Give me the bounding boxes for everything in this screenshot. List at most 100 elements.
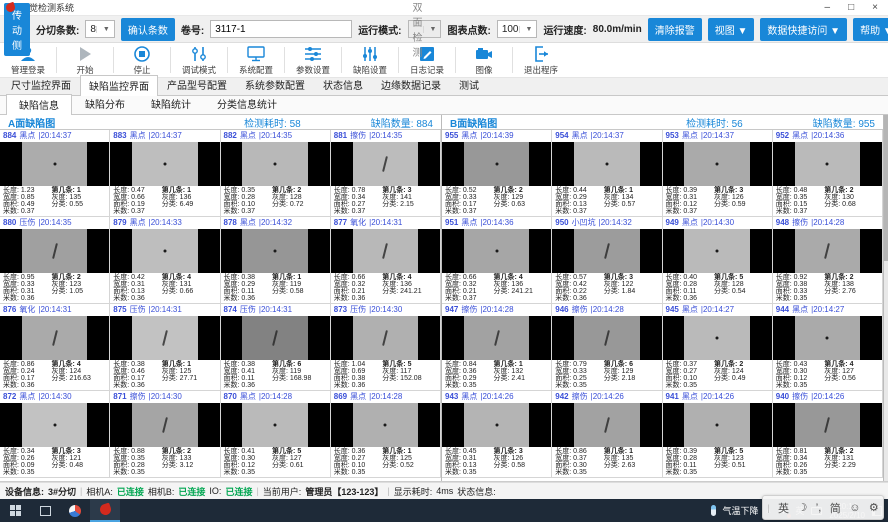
chart-points-select[interactable]: 100▼ [497,20,538,38]
defect-meters: 0.35 [463,469,477,476]
main-tab-2[interactable]: 产品型号配置 [158,74,236,95]
drag-handle-icon[interactable]: | [767,503,769,513]
ime-simplified-toggle[interactable]: 简 [830,500,841,516]
action-button-camera[interactable]: 图像 [458,44,510,78]
defect-gray: 132 [511,368,523,375]
defect-cell[interactable]: 952 黑点 |20:14:36 长度: 0.48 宽度: 0.35 面积: 0… [773,130,883,217]
defect-cell[interactable]: 950 小凹坑 |20:14:32 长度: 0.57 宽度: 0.42 面积: … [552,217,662,304]
defect-gray: 119 [290,281,301,288]
main-tab-6[interactable]: 测试 [450,74,488,95]
inspection-app-icon [98,503,112,517]
defect-cell[interactable]: 873 压伤 |20:14:30 长度: 1.04 宽度: 0.69 面积: 0… [331,304,441,391]
sub-tab-1[interactable]: 缺陷分布 [72,93,138,114]
defect-length: 1.04 [352,361,366,368]
defect-time: |20:14:26 [480,392,513,401]
sliders-v-icon [361,45,379,63]
defect-cell[interactable]: 876 氧化 |20:14:31 长度: 0.86 宽度: 0.24 面积: 0… [0,304,110,391]
confirm-slit-button[interactable]: 确认条数 [121,18,175,41]
defect-type: 擦伤 [350,130,366,141]
action-button-tune[interactable]: 调试模式 [173,44,225,78]
sub-tab-3[interactable]: 分类信息统计 [204,93,290,114]
defect-cell[interactable]: 877 氧化 |20:14:31 长度: 0.66 宽度: 0.32 面积: 0… [331,217,441,304]
defect-cell[interactable]: 879 黑点 |20:14:33 长度: 0.42 宽度: 0.31 面积: 0… [110,217,220,304]
clear-alarm-button[interactable]: 清除报警 [648,18,702,41]
ime-settings-icon[interactable]: ⚙ [869,501,879,514]
defect-cell[interactable]: 946 擦伤 |20:14:28 长度: 0.79 宽度: 0.33 面积: 0… [552,304,662,391]
defect-length: 0.78 [352,187,366,194]
defect-cell[interactable]: 947 擦伤 |20:14:28 长度: 0.84 宽度: 0.36 面积: 0… [442,304,552,391]
main-tab-5[interactable]: 边缘数据记录 [372,74,450,95]
defect-width: 0.35 [794,194,808,201]
run-mode-select[interactable]: 双面检测▼ [408,20,442,38]
defect-class: 0.51 [732,462,746,469]
defect-strip: 2 [297,187,301,194]
minimize-button[interactable]: – [825,2,831,13]
maximize-button[interactable]: □ [848,2,854,13]
defect-cell[interactable]: 940 擦伤 |20:14:26 长度: 0.81 宽度: 0.34 面积: 0… [773,391,883,478]
sub-tab-0[interactable]: 缺陷信息 [6,94,72,115]
defect-cell[interactable]: 943 黑点 |20:14:26 长度: 0.45 宽度: 0.31 面积: 0… [442,391,552,478]
defect-cell[interactable]: 941 黑点 |20:14:26 长度: 0.39 宽度: 0.28 面积: 0… [663,391,773,478]
defect-cell[interactable]: 945 黑点 |20:14:27 长度: 0.37 宽度: 0.27 面积: 0… [663,304,773,391]
ime-toolbar[interactable]: | 英 ☽ ’, 简 ☺ ⚙ [762,495,884,520]
defect-cell[interactable]: 944 黑点 |20:14:27 长度: 0.43 宽度: 0.30 面积: 0… [773,304,883,391]
weather-widget[interactable]: 气温下降 [723,504,759,517]
action-button-stop[interactable]: 停止 [116,44,168,78]
action-button-play[interactable]: 开始 [59,44,111,78]
defect-width: 0.42 [573,281,587,288]
defect-cell[interactable]: 883 黑点 |20:14:37 长度: 0.47 宽度: 0.66 面积: 0… [110,130,220,217]
defect-mark [716,249,719,252]
ime-punct-icon[interactable]: ’, [816,502,822,514]
slit-count-select[interactable]: 8▼ [85,20,115,38]
action-button-journal[interactable]: 日志记录 [401,44,453,78]
main-tab-0[interactable]: 尺寸监控界面 [2,74,80,95]
ime-lang-toggle[interactable]: 英 [778,500,789,516]
quick-access-menu-button[interactable]: 数据快捷访问 ▼ [760,18,847,41]
defect-cell[interactable]: 882 黑点 |20:14:35 长度: 0.35 宽度: 0.28 面积: 0… [221,130,331,217]
defect-cell[interactable]: 880 压伤 |20:14:35 长度: 0.95 宽度: 0.33 面积: 0… [0,217,110,304]
action-button-sliders-v[interactable]: 缺陷设置 [344,44,396,78]
close-button[interactable]: × [872,2,878,13]
defect-area: 0.33 [794,288,808,295]
defect-cell[interactable]: 875 压伤 |20:14:31 长度: 0.38 宽度: 0.46 面积: 0… [110,304,220,391]
roll-number-input[interactable] [210,20,352,38]
thermometer-icon [711,505,716,516]
action-button-sliders-h[interactable]: 参数设置 [287,44,339,78]
defect-area: 0.12 [794,375,808,382]
action-button-user[interactable]: 管理登录 [2,44,54,78]
help-menu-button[interactable]: 帮助 ▼ [853,18,888,41]
defect-cell[interactable]: 953 黑点 |20:14:37 长度: 0.39 宽度: 0.31 面积: 0… [663,130,773,217]
defect-cell[interactable]: 954 黑点 |20:14:37 长度: 0.44 宽度: 0.29 面积: 0… [552,130,662,217]
defect-cell[interactable]: 884 黑点 |20:14:37 长度: 1.23 宽度: 0.85 面积: 0… [0,130,110,217]
defect-cell[interactable]: 872 黑点 |20:14:30 长度: 0.34 宽度: 0.26 面积: 0… [0,391,110,478]
main-tab-3[interactable]: 系统参数配置 [236,74,314,95]
defect-image [0,316,109,360]
defect-cell[interactable]: 881 擦伤 |20:14:35 长度: 0.78 宽度: 0.34 面积: 0… [331,130,441,217]
view-menu-button[interactable]: 视图 ▼ [708,18,755,41]
start-button[interactable] [0,499,30,522]
defect-cell[interactable]: 874 压伤 |20:14:31 长度: 0.38 宽度: 0.41 面积: 0… [221,304,331,391]
browser-app-button[interactable] [60,499,90,522]
ime-fullhalf-icon[interactable]: ☽ [797,501,807,514]
defect-strip: 6 [629,361,633,368]
defect-cell[interactable]: 942 擦伤 |20:14:26 长度: 0.86 宽度: 0.37 面积: 0… [552,391,662,478]
defect-cell[interactable]: 951 黑点 |20:14:36 长度: 0.66 宽度: 0.32 面积: 0… [442,217,552,304]
defect-cell[interactable]: 955 黑点 |20:14:39 长度: 0.52 宽度: 0.33 面积: 0… [442,130,552,217]
main-tab-4[interactable]: 状态信息 [314,74,372,95]
defect-cell[interactable]: 870 黑点 |20:14:28 长度: 0.41 宽度: 0.30 面积: 0… [221,391,331,478]
ime-emoji-icon[interactable]: ☺ [849,502,860,514]
defect-cell[interactable]: 878 黑点 |20:14:32 长度: 0.38 宽度: 0.29 面积: 0… [221,217,331,304]
defect-cell[interactable]: 948 擦伤 |20:14:28 长度: 0.92 宽度: 0.38 面积: 0… [773,217,883,304]
action-button-monitor[interactable]: 系统配置 [230,44,282,78]
sub-tab-2[interactable]: 缺陷统计 [138,93,204,114]
defect-cell[interactable]: 949 黑点 |20:14:30 长度: 0.40 宽度: 0.28 面积: 0… [663,217,773,304]
inspection-app-button[interactable] [90,499,120,522]
defect-meters: 0.35 [573,382,587,389]
action-button-exit[interactable]: 退出程序 [515,44,567,78]
defect-class: 0.48 [69,462,83,469]
defect-cell[interactable]: 871 擦伤 |20:14:30 长度: 0.88 宽度: 0.35 面积: 0… [110,391,220,478]
vertical-scrollbar[interactable] [884,115,888,481]
task-view-button[interactable] [30,499,60,522]
defect-cell[interactable]: 869 黑点 |20:14:28 长度: 0.36 宽度: 0.27 面积: 0… [331,391,441,478]
defect-time: |20:14:36 [811,131,844,140]
